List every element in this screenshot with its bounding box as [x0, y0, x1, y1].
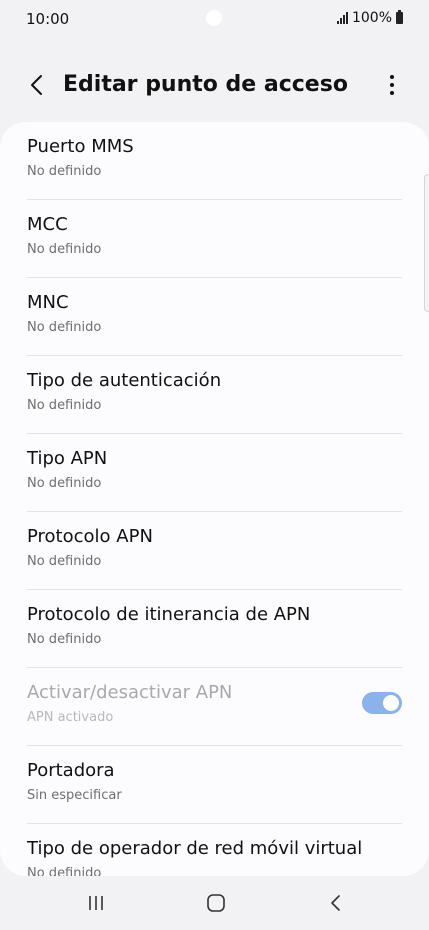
setting-value: No definido — [27, 866, 102, 876]
recent-apps-icon — [89, 896, 103, 910]
setting-protocolo-itinerancia[interactable]: Protocolo de itinerancia de APN No defin… — [27, 590, 402, 668]
toggle-knob — [383, 695, 399, 711]
setting-value: Sin especificar — [27, 788, 122, 803]
apn-toggle-switch[interactable] — [362, 692, 402, 714]
setting-label: Tipo APN — [27, 448, 108, 469]
setting-value: No definido — [27, 632, 102, 647]
setting-tipo-apn[interactable]: Tipo APN No definido — [27, 434, 402, 512]
setting-label: MNC — [27, 292, 69, 313]
setting-label: Portadora — [27, 760, 115, 781]
signal-icon — [336, 12, 348, 24]
status-time: 10:00 — [26, 10, 70, 28]
setting-label: Protocolo APN — [27, 526, 153, 547]
setting-value: No definido — [27, 398, 102, 413]
page-title: Editar punto de acceso — [63, 72, 348, 97]
setting-activar-apn: Activar/desactivar APN APN activado — [27, 668, 402, 746]
setting-mnc[interactable]: MNC No definido — [27, 278, 402, 356]
setting-mcc[interactable]: MCC No definido — [27, 200, 402, 278]
setting-label: Activar/desactivar APN — [27, 682, 233, 703]
setting-value: No definido — [27, 164, 102, 179]
more-options-button[interactable] — [379, 70, 405, 100]
setting-label: Protocolo de itinerancia de APN — [27, 604, 311, 625]
battery-icon — [396, 10, 403, 24]
setting-protocolo-apn[interactable]: Protocolo APN No definido — [27, 512, 402, 590]
camera-cutout — [206, 10, 222, 26]
home-icon — [207, 894, 225, 912]
back-icon — [331, 895, 340, 911]
recent-apps-button[interactable] — [76, 888, 116, 918]
nav-back-button[interactable] — [316, 888, 356, 918]
setting-label: Tipo de operador de red móvil virtual — [27, 838, 363, 859]
app-bar: Editar punto de acceso — [0, 62, 429, 110]
setting-portadora[interactable]: Portadora Sin especificar — [27, 746, 402, 824]
setting-puerto-mms[interactable]: Puerto MMS No definido — [27, 122, 402, 200]
setting-label: Puerto MMS — [27, 136, 134, 157]
setting-value: APN activado — [27, 710, 114, 725]
settings-list: Puerto MMS No definido MCC No definido M… — [0, 122, 429, 876]
battery-percent: 100% — [351, 10, 392, 26]
status-bar: 10:00 100% — [0, 0, 429, 40]
chevron-left-icon — [31, 75, 42, 95]
setting-value: No definido — [27, 476, 102, 491]
back-button[interactable] — [22, 70, 52, 100]
setting-value: No definido — [27, 320, 102, 335]
setting-value: No definido — [27, 242, 102, 257]
status-indicators: 100% — [336, 10, 403, 26]
setting-tipo-autenticacion[interactable]: Tipo de autenticación No definido — [27, 356, 402, 434]
navigation-bar — [0, 876, 429, 930]
more-vertical-icon — [390, 75, 394, 95]
home-button[interactable] — [196, 888, 236, 918]
setting-label: MCC — [27, 214, 68, 235]
scrollbar[interactable] — [424, 174, 429, 312]
setting-value: No definido — [27, 554, 102, 569]
setting-tipo-operador-mvno[interactable]: Tipo de operador de red móvil virtual No… — [27, 824, 402, 876]
setting-label: Tipo de autenticación — [27, 370, 222, 391]
